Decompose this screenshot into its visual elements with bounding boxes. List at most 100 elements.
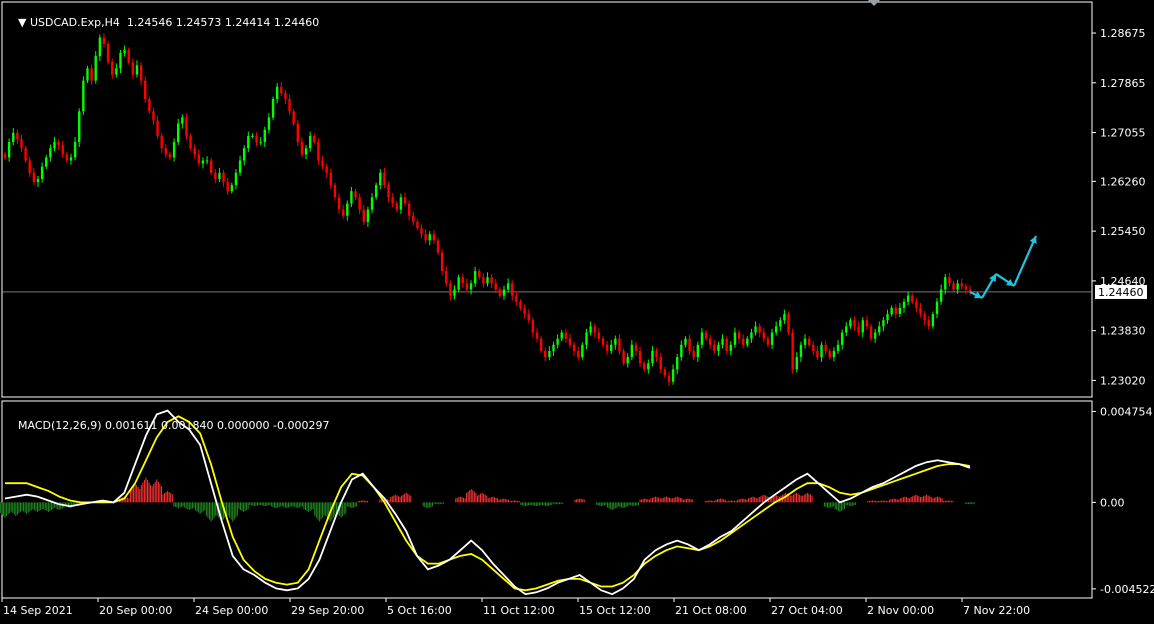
candle-body [234,172,238,186]
candle-body [275,86,279,100]
candle-body [222,172,225,182]
candle-body [725,338,728,351]
candle-body [193,148,196,155]
price-axis-label: 1.23020 [1100,374,1146,387]
dropdown-triangle-icon[interactable]: ▼ [18,16,30,29]
candle-body [168,154,172,158]
candle-body [144,80,147,100]
candle-body [746,338,749,345]
price-axis-label: 1.25450 [1100,225,1146,238]
candle-body [614,338,617,345]
time-axis-label: 29 Sep 20:00 [291,604,364,617]
candle-body [12,132,15,143]
candle-body [494,283,497,290]
candle-body [317,142,320,161]
ohlc-values: 1.24546 1.24573 1.24414 1.24460 [126,16,320,29]
candle-body [7,142,11,158]
candle-body [478,271,481,278]
candle-body [457,277,460,290]
candle-body [659,357,662,370]
price-axis-label: 1.28675 [1100,27,1146,40]
candle-body [671,369,675,382]
candle-body [626,357,629,364]
candle-body [676,357,679,370]
candle-body [828,350,831,358]
candle-body [539,338,543,351]
candle-body [919,307,922,315]
candle-body [552,344,555,351]
candle-body [387,185,390,198]
candle-body [341,209,345,216]
candle-body [795,357,798,370]
candle-body [416,221,419,229]
candle-body [482,277,485,284]
candle-body [412,215,415,222]
candle-body [948,277,951,284]
chart-canvas[interactable]: 1.286751.278651.270551.262601.254501.246… [0,0,1154,620]
candle-body [242,148,246,161]
candle-body [284,92,287,100]
candle-body [511,283,514,296]
candle-body [605,344,609,351]
time-axis-label: 7 Nov 22:00 [963,604,1030,617]
candle-body [741,338,745,345]
candle-body [115,68,118,75]
candle-body [721,338,724,345]
candle-body [16,132,19,139]
chart-shift-marker-icon[interactable] [868,0,880,6]
candle-body [53,142,56,149]
candle-body [791,332,794,370]
chart-window[interactable]: 1.28675 1.27865 1.27055 1.26260 1.25450 1.246… [0,0,1154,620]
candle-body [498,289,502,296]
time-axis-label: 2 Nov 00:00 [867,604,934,617]
time-axis-label: 5 Oct 16:00 [387,604,452,617]
candle-body [465,283,469,290]
symbol-label: USDCAD.Exp,H4 [29,16,120,29]
candle-body [523,307,526,315]
candle-body [519,301,522,308]
candle-body [185,117,188,136]
candle-body [119,52,122,69]
candle-body [890,307,893,315]
candle-body [86,68,89,81]
candle-body [160,135,163,149]
candle-body [391,197,394,204]
time-axis-label: 15 Oct 12:00 [579,604,651,617]
candle-body [515,295,518,302]
candle-body [882,320,885,327]
candle-body [123,49,126,53]
candle-body [259,142,262,144]
candle-body [473,271,477,284]
candle-body [374,185,378,198]
candle-body [197,154,201,164]
candle-body [898,307,902,315]
candle-body [111,62,114,75]
candle-body [824,344,827,351]
macd-axis-label: 0.00 [1100,496,1125,509]
candle-body [774,326,778,333]
candle-body [832,350,836,358]
candle-body [601,338,605,345]
candle-body [807,338,811,345]
candle-body [230,185,234,192]
candle-body [779,320,782,327]
candle-body [177,123,180,143]
candle-body [560,332,563,339]
candle-body [61,145,64,155]
candle-body [531,320,535,333]
candle-body [78,111,81,143]
candle-body [655,350,658,358]
candle-body [733,332,737,345]
candle-body [440,252,444,272]
candle-body [845,326,848,333]
candle-body [589,326,592,333]
candle-body [292,111,295,124]
candle-body [209,160,213,173]
time-axis-label: 24 Sep 00:00 [195,604,268,617]
current-price-label: 1.24460 [1098,286,1144,299]
candle-body [127,49,130,63]
candle-body [255,135,258,143]
candle-body [271,99,275,118]
candle-body [267,117,271,130]
candle-body [321,160,324,167]
